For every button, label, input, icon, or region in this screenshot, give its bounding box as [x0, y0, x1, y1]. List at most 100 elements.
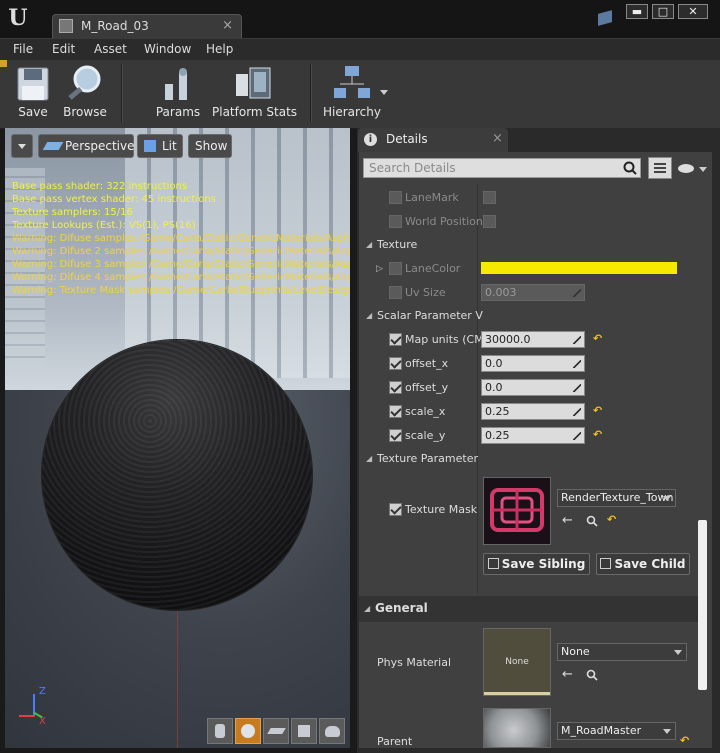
preview-viewport[interactable]: Perspective Lit Show Base pass shader: 3… — [5, 128, 350, 748]
collapse-arrow-icon[interactable]: ◢ — [366, 311, 372, 320]
warning-line: Warning: Difuse samples /Game/Carla/Stat… — [12, 233, 350, 244]
menu-help[interactable]: Help — [206, 42, 233, 56]
save-sibling-button[interactable]: Save Sibling — [483, 553, 590, 575]
material-asset-icon — [59, 19, 73, 33]
texture-mask-thumbnail[interactable] — [483, 477, 551, 545]
scale-x-field[interactable]: 0.25 — [481, 403, 585, 420]
collapse-arrow-icon[interactable]: ◢ — [364, 604, 370, 613]
drag-handle-icon[interactable] — [573, 336, 581, 344]
stat-line: Texture samplers: 15/16 — [12, 207, 133, 218]
drag-handle-icon[interactable] — [573, 432, 581, 440]
drag-handle-icon[interactable] — [573, 289, 581, 297]
phys-material-thumbnail[interactable]: None — [483, 628, 551, 696]
lanecolor-override-checkbox[interactable] — [389, 262, 402, 275]
reset-to-default-icon[interactable]: ↶ — [680, 734, 689, 747]
parent-material-combo[interactable]: M_RoadMaster — [557, 722, 676, 740]
details-scrollbar[interactable] — [698, 520, 707, 690]
scale-x-override-checkbox[interactable] — [389, 405, 402, 418]
axis-x-label: X — [39, 716, 46, 727]
phys-material-value: None — [561, 645, 590, 658]
maximize-button[interactable]: □ — [652, 4, 674, 19]
view-options-button[interactable] — [678, 162, 708, 176]
search-details-input[interactable]: Search Details — [363, 158, 641, 178]
menu-window[interactable]: Window — [144, 42, 191, 56]
offset-y-field[interactable]: 0.0 — [481, 379, 585, 396]
texture-mask-asset-value: RenderTexture_Town — [561, 491, 674, 504]
browse-asset-icon[interactable] — [586, 669, 598, 681]
details-tab-label: Details — [386, 132, 428, 146]
map-units-field[interactable]: 30000.0 — [481, 331, 585, 348]
save-child-button[interactable]: Save Child — [596, 553, 690, 575]
lit-button[interactable]: Lit — [137, 134, 183, 158]
drag-handle-icon[interactable] — [573, 360, 581, 368]
details-tab[interactable]: i Details × — [358, 128, 508, 152]
texture-category[interactable]: Texture — [377, 238, 417, 251]
cylinder-icon — [215, 724, 225, 738]
map-units-override-checkbox[interactable] — [389, 333, 402, 346]
eye-icon — [678, 164, 694, 173]
menu-edit[interactable]: Edit — [52, 42, 75, 56]
search-icon — [623, 161, 637, 175]
uv-size-override-checkbox[interactable] — [389, 286, 402, 299]
minimize-button[interactable]: ▬ — [626, 4, 648, 19]
scalar-parameter-category[interactable]: Scalar Parameter V — [377, 309, 483, 322]
perspective-button[interactable]: Perspective — [38, 134, 135, 158]
close-tab-icon[interactable]: × — [222, 18, 233, 33]
preview-mesh-button[interactable] — [319, 718, 345, 744]
drag-handle-icon[interactable] — [573, 408, 581, 416]
preview-plane-button[interactable] — [263, 718, 289, 744]
texture-mask-asset-combo[interactable]: RenderTexture_Town — [557, 489, 676, 507]
drag-handle-icon[interactable] — [573, 384, 581, 392]
close-tab-icon[interactable]: × — [492, 131, 503, 146]
hierarchy-dropdown-icon[interactable] — [380, 90, 388, 95]
browse-asset-icon[interactable] — [586, 515, 598, 527]
world-position-label: World Position — [405, 215, 483, 228]
offset-y-override-checkbox[interactable] — [389, 381, 402, 394]
use-selected-asset-icon[interactable]: ← — [562, 667, 573, 682]
map-units-label: Map units (CM — [405, 333, 484, 346]
preview-cube-button[interactable] — [291, 718, 317, 744]
use-selected-asset-icon[interactable]: ← — [562, 513, 573, 528]
collapse-arrow-icon[interactable]: ◢ — [366, 240, 372, 249]
offset-x-field[interactable]: 0.0 — [481, 355, 585, 372]
reset-to-default-icon[interactable]: ↶ — [593, 404, 602, 417]
info-icon: i — [364, 133, 377, 146]
preview-sphere-button[interactable] — [235, 718, 261, 744]
expand-arrow-icon[interactable]: ▷ — [376, 264, 383, 274]
notification-icon[interactable] — [598, 10, 612, 26]
offset-x-override-checkbox[interactable] — [389, 357, 402, 370]
scale-y-field[interactable]: 0.25 — [481, 427, 585, 444]
lit-cube-icon — [144, 140, 156, 152]
reset-to-default-icon[interactable]: ↶ — [593, 332, 602, 345]
reset-to-default-icon[interactable]: ↶ — [593, 428, 602, 441]
save-child-icon — [600, 558, 612, 569]
phys-material-combo[interactable]: None — [557, 643, 687, 661]
texture-parameter-category[interactable]: Texture Parameter — [377, 452, 478, 465]
lanemark-value-checkbox[interactable] — [483, 191, 496, 204]
close-window-button[interactable]: ✕ — [678, 4, 708, 19]
lanemark-override-checkbox[interactable] — [389, 191, 402, 204]
document-tab[interactable]: M_Road_03 × — [52, 14, 242, 38]
toolbar-separator — [310, 64, 312, 122]
lanecolor-swatch[interactable] — [481, 262, 677, 274]
preview-cylinder-button[interactable] — [207, 718, 233, 744]
unreal-logo-icon[interactable]: U — [4, 4, 32, 32]
property-matrix-button[interactable] — [648, 157, 672, 179]
phys-material-label: Phys Material — [377, 656, 452, 669]
menu-file[interactable]: File — [13, 42, 33, 56]
uv-size-field[interactable]: 0.003 — [481, 284, 585, 301]
collapse-arrow-icon[interactable]: ◢ — [366, 454, 372, 463]
map-units-value: 30000.0 — [485, 333, 531, 346]
offset-y-value: 0.0 — [485, 381, 503, 394]
texture-mask-override-checkbox[interactable] — [389, 503, 402, 516]
reset-to-default-icon[interactable]: ↶ — [607, 513, 616, 526]
menu-asset[interactable]: Asset — [94, 42, 127, 56]
world-position-override-checkbox[interactable] — [389, 215, 402, 228]
save-sibling-icon — [487, 558, 499, 569]
scale-y-override-checkbox[interactable] — [389, 429, 402, 442]
scale-y-value: 0.25 — [485, 429, 510, 442]
viewport-options-button[interactable] — [11, 134, 33, 158]
show-button[interactable]: Show — [188, 134, 232, 158]
world-position-value-checkbox[interactable] — [483, 215, 496, 228]
parent-material-thumbnail[interactable] — [483, 708, 551, 748]
